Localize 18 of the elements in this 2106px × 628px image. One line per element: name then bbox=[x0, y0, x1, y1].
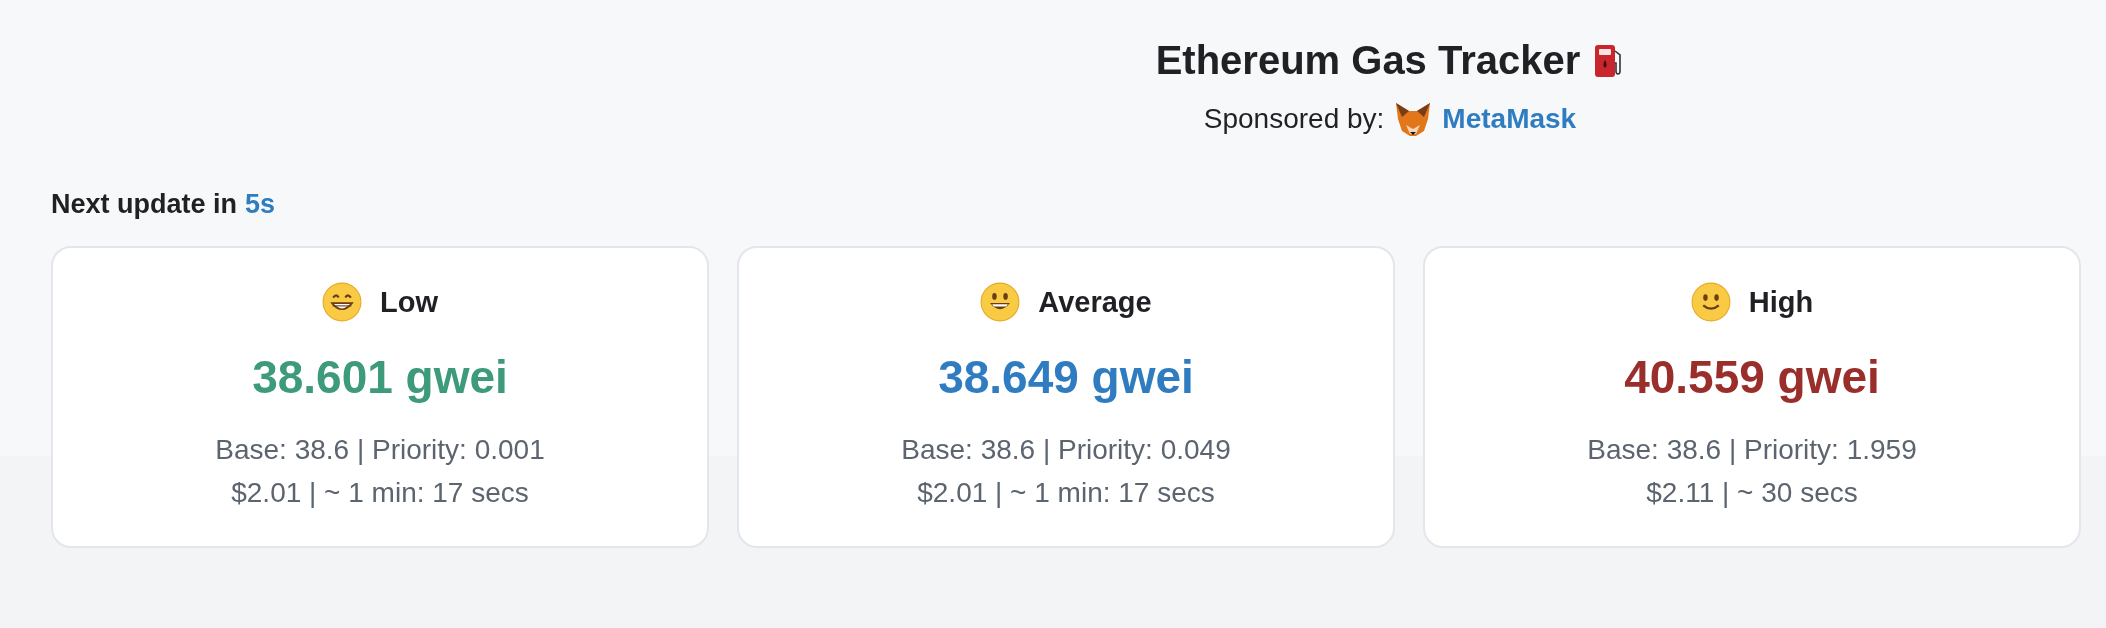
fee-breakdown: Base: 38.6 | Priority: 0.001 bbox=[215, 433, 545, 467]
fox-icon bbox=[1394, 101, 1433, 137]
gas-price: 40.559 gwei bbox=[1624, 350, 1880, 404]
gas-price: 38.601 gwei bbox=[252, 350, 508, 404]
page-title: Ethereum Gas Tracker bbox=[1155, 38, 1581, 83]
update-countdown: 5s bbox=[245, 189, 276, 220]
cost-estimate: $2.01 | ~ 1 min: 17 secs bbox=[231, 476, 529, 510]
tier-label: Average bbox=[1038, 285, 1152, 319]
gas-price: 38.649 gwei bbox=[938, 350, 1194, 404]
fee-breakdown: Base: 38.6 | Priority: 0.049 bbox=[901, 433, 1231, 467]
update-label: Next update in bbox=[51, 189, 238, 220]
sponsor-link[interactable]: MetaMask bbox=[1442, 103, 1577, 135]
fee-breakdown: Base: 38.6 | Priority: 1.959 bbox=[1587, 433, 1917, 467]
tier-label: High bbox=[1748, 285, 1814, 319]
tier-label: Low bbox=[380, 285, 438, 319]
sponsor-label: Sponsored by: bbox=[1203, 103, 1385, 135]
cost-estimate: $2.01 | ~ 1 min: 17 secs bbox=[917, 476, 1215, 510]
cost-estimate: $2.11 | ~ 30 secs bbox=[1646, 476, 1858, 510]
